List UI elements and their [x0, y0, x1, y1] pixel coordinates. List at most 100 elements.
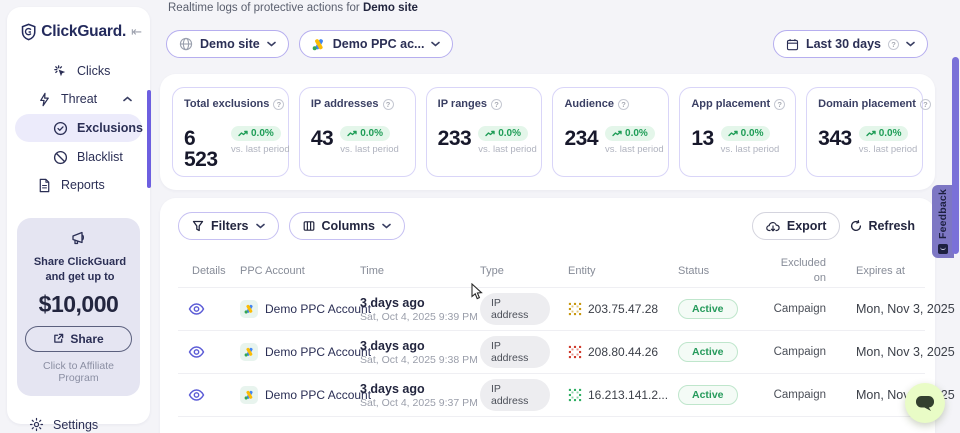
help-icon[interactable]: [774, 99, 785, 110]
expires-at-value: Mon, Nov 3, 2025: [826, 345, 955, 359]
megaphone-icon: [25, 230, 132, 251]
stat-value: 13: [691, 124, 713, 149]
collapse-sidebar-icon[interactable]: ⇤: [131, 24, 142, 40]
help-icon[interactable]: [273, 99, 284, 110]
filters-button[interactable]: Filters: [178, 212, 279, 240]
chevron-down-icon: [382, 223, 391, 229]
entity-value: 203.75.47.28: [588, 302, 658, 316]
shield-logo-icon: [21, 22, 36, 42]
calendar-icon: [786, 38, 799, 51]
sidebar-item-label: Blacklist: [77, 150, 123, 164]
sidebar-item-reports[interactable]: Reports: [15, 172, 142, 198]
table-row: Demo PPC Account 3 days agoSat, Oct 4, 2…: [178, 288, 925, 331]
logs-panel: Filters Columns Export Refresh: [160, 198, 935, 433]
entity-value: 208.80.44.26: [588, 345, 658, 359]
help-icon: [888, 39, 899, 50]
col-header-expires-at[interactable]: Expires at: [826, 265, 925, 277]
col-header-entity[interactable]: Entity: [550, 265, 662, 277]
view-details-button[interactable]: [188, 303, 205, 315]
funnel-icon: [192, 220, 204, 232]
sidebar-item-clicks[interactable]: Clicks: [15, 58, 142, 84]
stat-label: Domain placement: [818, 98, 916, 110]
stat-value: 234: [564, 124, 598, 149]
google-ads-icon: [240, 300, 258, 318]
table-row: Demo PPC Account 3 days agoSat, Oct 4, 2…: [178, 331, 925, 374]
sidebar-item-label: Clicks: [77, 64, 110, 78]
view-details-button[interactable]: [188, 389, 205, 401]
stat-label: Audience: [564, 98, 614, 110]
settings-label: Settings: [53, 418, 98, 432]
help-icon[interactable]: [920, 99, 931, 110]
stat-card-total-exclusions: Total exclusions 6 523 0.0% vs. last per…: [172, 87, 289, 177]
time-relative: 3 days ago: [360, 382, 464, 396]
trend-up-icon: [485, 130, 495, 137]
stat-card-ip-addresses: IP addresses 43 0.0% vs. last period: [299, 87, 416, 177]
help-icon[interactable]: [491, 99, 502, 110]
sidebar: ClickGuard. ⇤ Clicks: [7, 7, 150, 424]
site-name: Demo site: [363, 2, 418, 14]
col-header-excluded-on[interactable]: Excluded on: [766, 256, 826, 285]
affiliate-promo-card[interactable]: Share ClickGuard and get up to $10,000 S…: [17, 218, 140, 396]
stat-card-app-placement: App placement 13 0.0% vs. last period: [679, 87, 796, 177]
cloud-download-icon: [766, 221, 780, 232]
stat-value: 233: [438, 124, 472, 149]
site-filter-chip[interactable]: Demo site: [166, 30, 289, 58]
logo: ClickGuard. ⇤: [7, 7, 150, 48]
trend-up-icon: [238, 130, 248, 137]
chevron-down-icon: [256, 223, 265, 229]
stats-panel: Total exclusions 6 523 0.0% vs. last per…: [160, 74, 935, 190]
trend-badge: 0.0%: [859, 126, 909, 141]
share-button[interactable]: Share: [25, 326, 132, 352]
globe-icon: [179, 37, 193, 51]
type-badge: IP address: [480, 379, 550, 411]
sidebar-item-label: Exclusions: [77, 121, 143, 135]
stat-label: IP addresses: [311, 98, 379, 110]
vertical-scrollbar[interactable]: [952, 57, 959, 254]
promo-text: Share ClickGuard and get up to: [25, 255, 135, 285]
col-header-ppc-account[interactable]: PPC Account: [224, 265, 348, 277]
excluded-on-value: Campaign: [766, 346, 826, 358]
google-ads-icon: [312, 38, 326, 51]
trend-badge: 0.0%: [340, 126, 390, 141]
help-icon[interactable]: [618, 99, 629, 110]
refresh-icon: [850, 220, 862, 232]
type-badge: IP address: [480, 336, 550, 368]
excluded-on-value: Campaign: [766, 389, 826, 401]
sidebar-nav: Clicks Threat: [7, 58, 150, 198]
columns-button[interactable]: Columns: [289, 212, 405, 240]
ppc-account-filter-chip[interactable]: Demo PPC ac...: [299, 30, 454, 58]
col-header-status[interactable]: Status: [662, 265, 766, 277]
stat-label: IP ranges: [438, 98, 487, 110]
stat-card-domain-placement: Domain placement 343 0.0% vs. last perio…: [806, 87, 923, 177]
sidebar-item-settings[interactable]: Settings: [7, 412, 150, 433]
gear-icon: [29, 417, 44, 432]
trend-up-icon: [347, 130, 357, 137]
col-header-time[interactable]: Time: [348, 265, 464, 277]
view-details-button[interactable]: [188, 346, 205, 358]
col-header-type[interactable]: Type: [464, 265, 550, 277]
chat-widget-button[interactable]: [905, 383, 945, 423]
chevron-down-icon: [431, 41, 440, 47]
chevron-down-icon: [906, 41, 915, 47]
time-absolute: Sat, Oct 4, 2025 9:38 PM: [360, 354, 464, 366]
cursor-click-icon: [53, 64, 68, 79]
date-range-chip[interactable]: Last 30 days: [773, 30, 928, 58]
sidebar-item-threat[interactable]: Threat: [15, 86, 142, 112]
help-icon[interactable]: [383, 99, 394, 110]
sidebar-item-label: Reports: [61, 178, 105, 192]
export-button[interactable]: Export: [752, 212, 841, 240]
trend-badge: 0.0%: [231, 126, 281, 141]
refresh-button[interactable]: Refresh: [850, 219, 915, 233]
table-header-row: Details PPC Account Time Type Entity Sta…: [178, 254, 925, 288]
promo-amount: $10,000: [25, 291, 132, 318]
stat-label: Total exclusions: [184, 98, 269, 110]
sidebar-item-blacklist[interactable]: Blacklist: [15, 144, 142, 170]
columns-icon: [303, 220, 315, 232]
ip-identicon: [568, 345, 582, 359]
trend-badge: 0.0%: [721, 126, 771, 141]
sidebar-item-exclusions[interactable]: Exclusions: [15, 114, 142, 142]
ip-identicon: [568, 388, 582, 402]
feedback-tab[interactable]: Feedback: [932, 185, 954, 258]
time-relative: 3 days ago: [360, 339, 464, 353]
col-header-details[interactable]: Details: [178, 265, 224, 277]
